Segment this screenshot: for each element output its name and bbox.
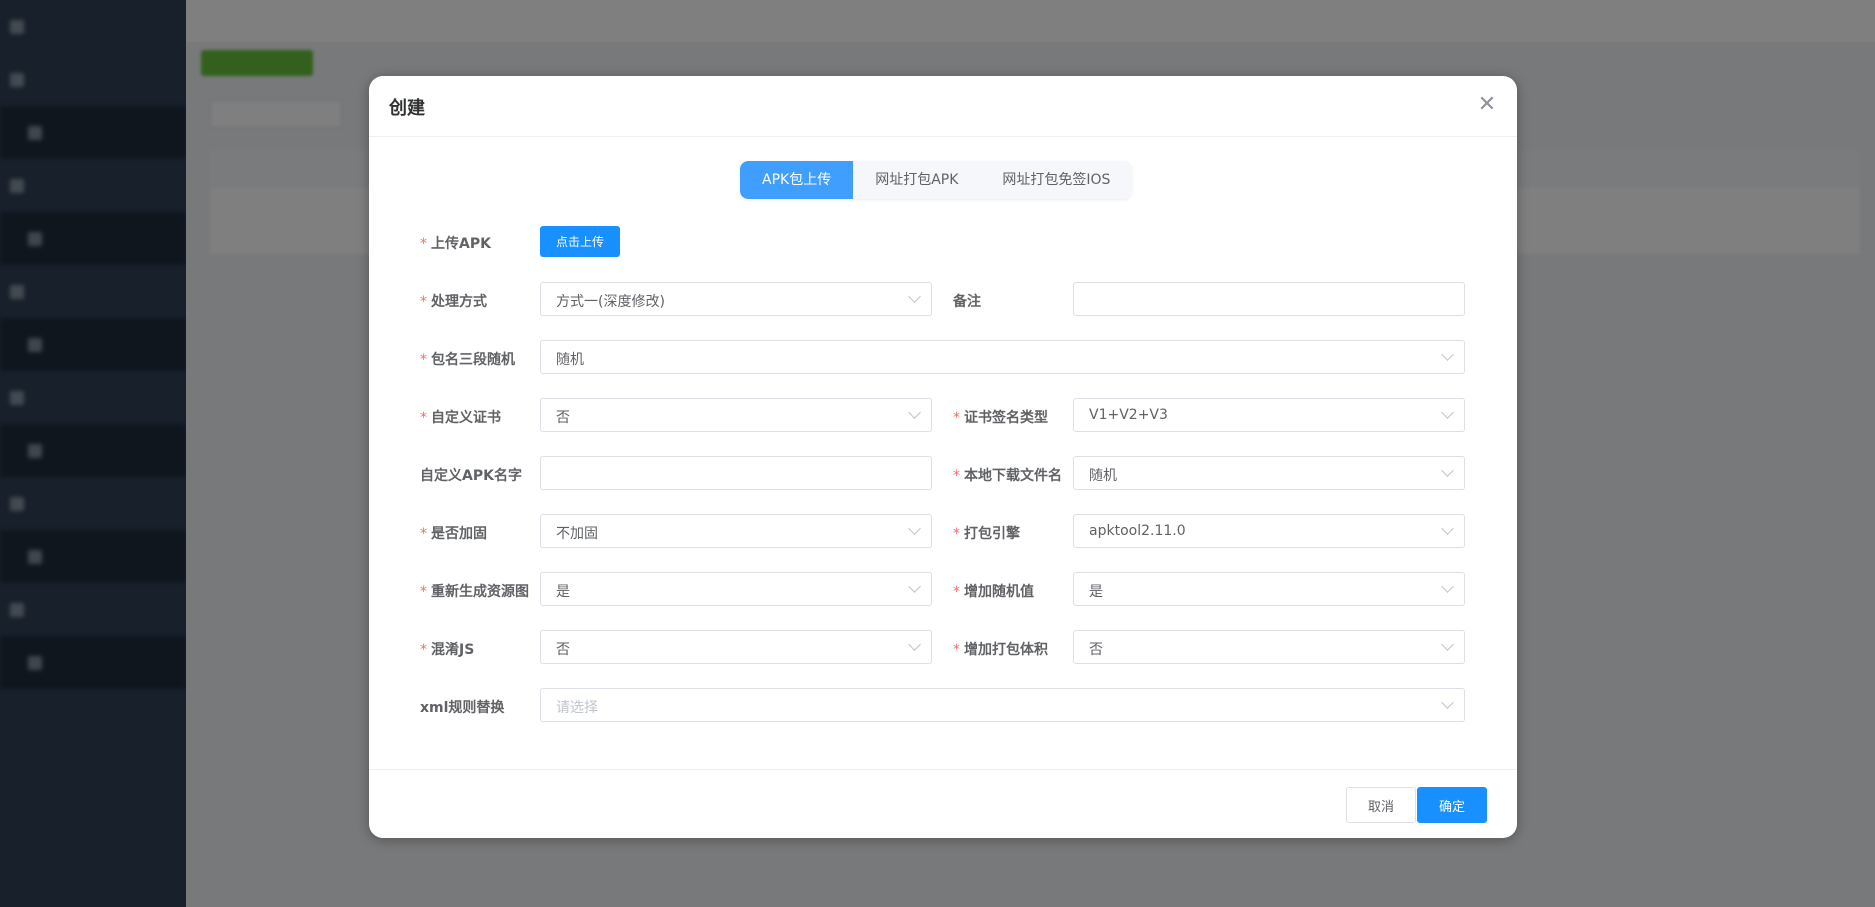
cancel-button[interactable]: 取消 [1346, 787, 1416, 823]
upload-label: * 上传APK [420, 236, 491, 252]
add-random-label: * 增加随机值 [953, 584, 1034, 600]
chevron-down-icon [1441, 464, 1454, 477]
apk-name-input[interactable] [540, 456, 932, 490]
process-mode-label: * 处理方式 [420, 294, 487, 310]
pkg-random-select[interactable]: 随机 [540, 340, 1465, 374]
regen-res-label: * 重新生成资源图 [420, 584, 529, 600]
chevron-down-icon [908, 522, 921, 535]
sign-type-select[interactable]: V1+V2+V3 [1073, 398, 1465, 432]
process-mode-select[interactable]: 方式一(深度修改) [540, 282, 932, 316]
chevron-down-icon [908, 290, 921, 303]
chevron-down-icon [1441, 522, 1454, 535]
remark-input[interactable] [1073, 282, 1465, 316]
chevron-down-icon [1441, 696, 1454, 709]
download-name-label: * 本地下载文件名 [953, 468, 1062, 484]
engine-select[interactable]: apktool2.11.0 [1073, 514, 1465, 548]
remark-label: 备注 [953, 294, 981, 310]
chevron-down-icon [908, 638, 921, 651]
chevron-down-icon [1441, 348, 1454, 361]
confirm-button[interactable]: 确定 [1417, 787, 1487, 823]
download-name-select[interactable]: 随机 [1073, 456, 1465, 490]
engine-label: * 打包引擎 [953, 526, 1020, 542]
custom-cert-select[interactable]: 否 [540, 398, 932, 432]
create-dialog: 创建 ✕ APK包上传 网址打包APK 网址打包免签IOS * 上传APK 点击上… [369, 76, 1517, 838]
pkg-random-label: * 包名三段随机 [420, 352, 515, 368]
chevron-down-icon [908, 406, 921, 419]
add-size-label: * 增加打包体积 [953, 642, 1048, 658]
dialog-title: 创建 [389, 98, 425, 119]
apk-name-label: 自定义APK名字 [420, 468, 522, 484]
chevron-down-icon [1441, 580, 1454, 593]
obfuscate-js-select[interactable]: 否 [540, 630, 932, 664]
tab-url-apk[interactable]: 网址打包APK [853, 161, 980, 199]
upload-button[interactable]: 点击上传 [540, 226, 620, 257]
tab-url-ios[interactable]: 网址打包免签IOS [980, 161, 1132, 199]
dialog-header: 创建 ✕ [369, 76, 1517, 137]
xml-rule-label: xml规则替换 [420, 700, 505, 716]
add-random-select[interactable]: 是 [1073, 572, 1465, 606]
harden-label: * 是否加固 [420, 526, 487, 542]
custom-cert-label: * 自定义证书 [420, 410, 501, 426]
xml-rule-select[interactable]: 请选择 [540, 688, 1465, 722]
chevron-down-icon [1441, 406, 1454, 419]
obfuscate-js-label: * 混淆JS [420, 642, 475, 658]
tab-bar: APK包上传 网址打包APK 网址打包免签IOS [740, 161, 1133, 199]
regen-res-select[interactable]: 是 [540, 572, 932, 606]
chevron-down-icon [1441, 638, 1454, 651]
tab-apk-upload[interactable]: APK包上传 [740, 161, 854, 199]
harden-select[interactable]: 不加固 [540, 514, 932, 548]
close-icon[interactable]: ✕ [1475, 92, 1499, 117]
sign-type-label: * 证书签名类型 [953, 410, 1048, 426]
chevron-down-icon [908, 580, 921, 593]
dialog-footer: 取消 确定 [369, 769, 1517, 838]
add-size-select[interactable]: 否 [1073, 630, 1465, 664]
